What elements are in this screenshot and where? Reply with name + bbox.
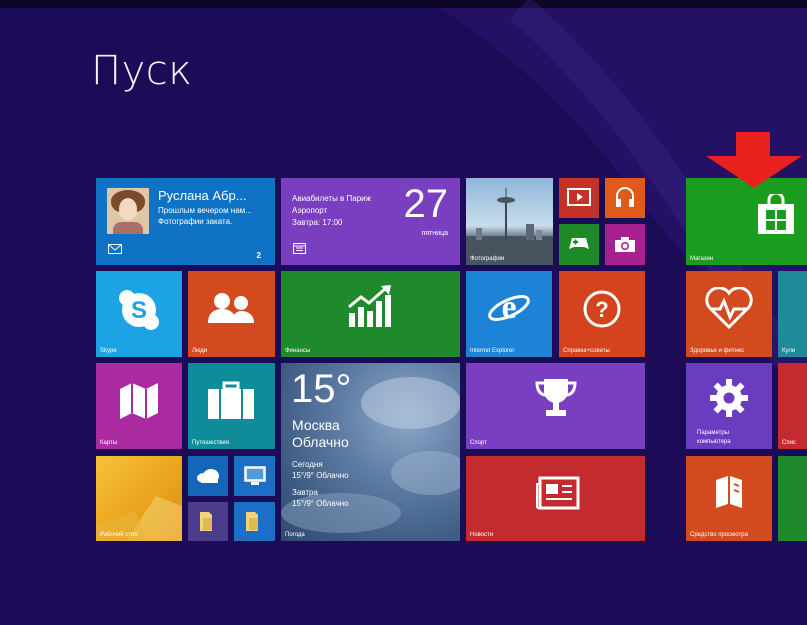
settings-tile[interactable]: Параметры компьютера xyxy=(686,363,772,449)
suitcase-icon xyxy=(206,381,256,421)
partial-green-tile[interactable] xyxy=(778,456,807,541)
onedrive-tile[interactable] xyxy=(188,456,228,496)
gear-icon xyxy=(708,377,750,419)
weather-today-value: 15°/9° Облачно xyxy=(292,471,349,480)
cloud-icon xyxy=(196,468,220,484)
folder-tile-1[interactable] xyxy=(188,502,228,541)
pc-tile[interactable] xyxy=(234,456,275,496)
calendar-icon xyxy=(293,243,306,254)
video-tile[interactable] xyxy=(559,178,599,218)
top-bar xyxy=(0,0,807,8)
newspaper-icon xyxy=(536,476,580,510)
reader-tile[interactable]: Средство просмотра xyxy=(686,456,772,541)
calendar-time: Завтра: 17:00 xyxy=(292,218,343,227)
help-icon: ? xyxy=(582,289,622,329)
computer-icon xyxy=(243,465,267,487)
finance-label: Финансы xyxy=(285,348,311,354)
gamepad-icon xyxy=(568,236,590,252)
sport-label: Спорт xyxy=(470,440,487,446)
people-icon xyxy=(206,291,256,327)
finance-chart-icon xyxy=(347,283,395,329)
folder-icon xyxy=(199,510,217,532)
sport-tile[interactable]: Спорт xyxy=(466,363,645,449)
settings-label-2: компьютера xyxy=(697,439,731,445)
finance-tile[interactable]: Финансы xyxy=(281,271,460,357)
help-tile[interactable]: ? Справка+советы xyxy=(559,271,645,357)
news-label: Новости xyxy=(470,532,494,538)
desktop-wallpaper xyxy=(96,496,182,541)
mail-icon xyxy=(108,244,122,254)
store-label: Магазин xyxy=(690,256,714,262)
travel-tile[interactable]: Путешествия xyxy=(188,363,275,449)
headphones-icon xyxy=(614,186,636,208)
desktop-label: Рабочий стол xyxy=(100,532,138,538)
store-tile[interactable]: Магазин xyxy=(686,178,807,265)
news-tile[interactable]: Новости xyxy=(466,456,645,541)
mail-count: 2 xyxy=(256,251,261,260)
skype-tile[interactable]: S Skype xyxy=(96,271,182,357)
weather-tomorrow-label: Завтра xyxy=(292,488,318,497)
weather-tomorrow-value: 15°/9° Облачно xyxy=(292,499,349,508)
weather-label: Погода xyxy=(285,532,305,538)
avatar xyxy=(107,188,149,234)
map-icon xyxy=(118,381,160,421)
ie-icon: e xyxy=(486,285,532,331)
trophy-icon xyxy=(534,377,578,419)
kitchen-label: Кули xyxy=(782,348,796,354)
ie-tile[interactable]: e Internet Explorer xyxy=(466,271,552,357)
health-tile[interactable]: Здоровье и фитнес xyxy=(686,271,772,357)
weather-city: Москва xyxy=(292,417,340,433)
camera-tile[interactable] xyxy=(605,224,645,265)
music-tile[interactable] xyxy=(605,178,645,218)
svg-text:S: S xyxy=(131,297,147,324)
mail-tile[interactable]: Руслана Абр... Прошлым вечером нам... Фо… xyxy=(96,178,275,265)
store-icon xyxy=(756,194,796,236)
calendar-location: Аэропорт xyxy=(292,206,328,215)
svg-text:?: ? xyxy=(595,297,608,322)
maps-tile[interactable]: Карты xyxy=(96,363,182,449)
calendar-day: 27 xyxy=(403,182,449,226)
start-title: Пуск xyxy=(91,48,193,94)
weather-condition: Облачно xyxy=(292,434,349,450)
weather-tile[interactable]: 15° Москва Облачно Сегодня 15°/9° Облачн… xyxy=(281,363,460,541)
mail-line1: Прошлым вечером нам... xyxy=(158,206,252,215)
people-label: Люди xyxy=(192,348,208,354)
maps-label: Карты xyxy=(100,440,118,446)
photos-tile[interactable]: Фотографии xyxy=(466,178,553,265)
red-arrow-icon xyxy=(706,132,802,188)
mail-sender: Руслана Абр... xyxy=(158,188,247,203)
travel-label: Путешествия xyxy=(192,440,230,446)
weather-today-label: Сегодня xyxy=(292,460,323,469)
skype-label: Skype xyxy=(100,348,117,354)
calendar-event: Авиабилеты в Париж xyxy=(292,194,371,203)
photos-label: Фотографии xyxy=(470,256,505,262)
weather-temp: 15° xyxy=(291,367,352,411)
video-icon xyxy=(567,188,591,206)
games-tile[interactable] xyxy=(559,224,599,265)
sleep-tile[interactable]: Спис xyxy=(778,363,807,449)
folder-tile-2[interactable] xyxy=(234,502,275,541)
camera-icon xyxy=(614,236,636,253)
space-needle-image xyxy=(466,188,553,265)
health-label: Здоровье и фитнес xyxy=(690,348,745,354)
ie-label: Internet Explorer xyxy=(470,348,515,354)
reader-label: Средство просмотра xyxy=(690,532,748,538)
heart-icon xyxy=(704,287,754,329)
folder-icon-2 xyxy=(245,510,263,532)
mail-line2: Фотографии заката. xyxy=(158,217,233,226)
sleep-label: Спис xyxy=(782,440,796,446)
reader-icon xyxy=(714,474,744,512)
settings-label: Параметры xyxy=(697,430,729,436)
people-tile[interactable]: Люди xyxy=(188,271,275,357)
help-label: Справка+советы xyxy=(563,348,610,354)
skype-icon: S xyxy=(118,289,160,331)
desktop-tile[interactable]: Рабочий стол xyxy=(96,456,182,541)
calendar-weekday: пятница xyxy=(421,230,448,237)
kitchen-tile[interactable]: Кули xyxy=(778,271,807,357)
svg-text:e: e xyxy=(501,289,516,326)
calendar-tile[interactable]: Авиабилеты в Париж Аэропорт Завтра: 17:0… xyxy=(281,178,460,265)
